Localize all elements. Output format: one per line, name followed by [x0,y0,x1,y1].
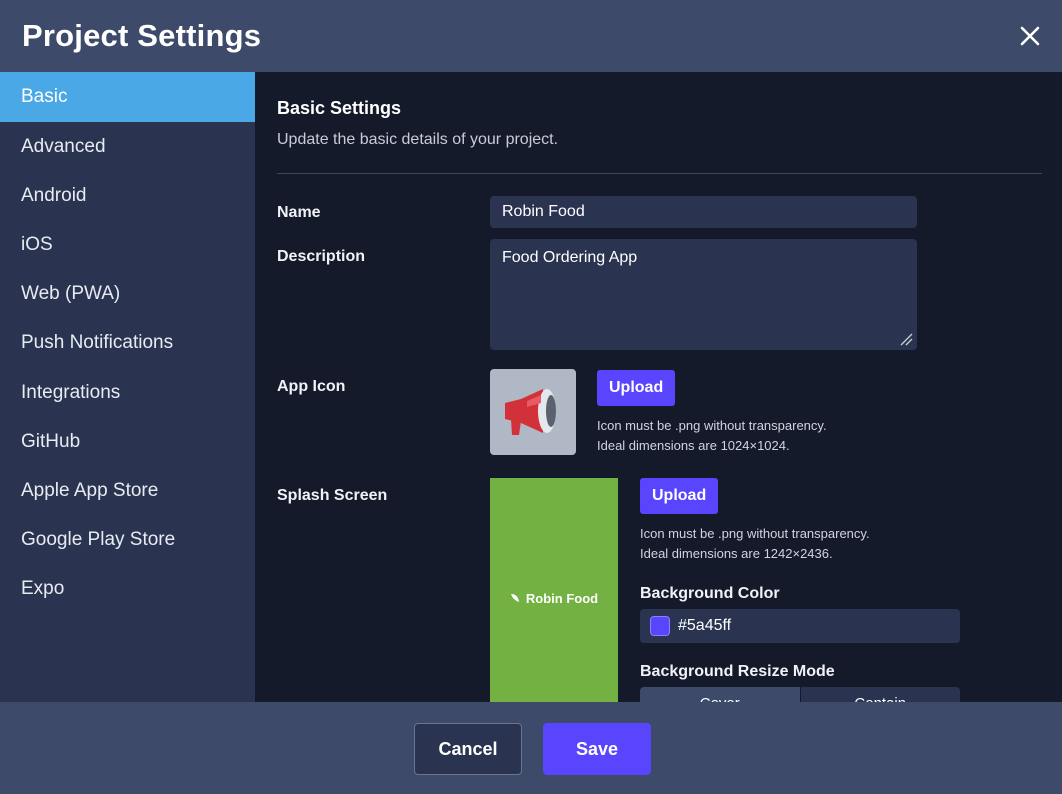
megaphone-icon [505,389,556,435]
dialog-footer: Cancel Save [0,702,1062,794]
description-textarea[interactable]: Food Ordering App [490,239,917,350]
dialog-title: Project Settings [22,18,262,53]
leaf-logo-icon [510,594,519,602]
splash-screen-label: Splash Screen [277,487,388,504]
settings-sidebar: Basic Advanced Android iOS Web (PWA) Pus… [0,72,255,702]
sidebar-item-github[interactable]: GitHub [0,417,255,466]
sidebar-item-google-play-store[interactable]: Google Play Store [0,516,255,565]
description-label: Description [277,248,366,265]
sidebar-item-push-notifications[interactable]: Push Notifications [0,319,255,368]
background-color-label: Background Color [640,585,780,602]
sidebar-item-expo[interactable]: Expo [0,565,255,614]
sidebar-item-web-pwa[interactable]: Web (PWA) [0,270,255,319]
save-button[interactable]: Save [543,723,651,775]
app-icon-hint: Icon must be .png without transparency. … [597,416,827,456]
app-icon-preview [490,369,576,455]
background-color-field[interactable]: #5a45ff [640,609,960,643]
name-label: Name [277,204,321,221]
splash-hint: Icon must be .png without transparency. … [640,524,870,564]
splash-screen-preview: Robin Food [490,478,618,702]
sidebar-item-ios[interactable]: iOS [0,220,255,269]
sidebar-item-android[interactable]: Android [0,171,255,220]
resize-mode-toggle: Cover Contain [640,687,960,702]
sidebar-item-basic[interactable]: Basic [0,72,255,122]
color-swatch[interactable] [650,616,670,636]
section-subtitle: Update the basic details of your project… [277,131,559,148]
app-icon-upload-button[interactable]: Upload [597,370,676,406]
splash-hint-line1: Icon must be .png without transparency. [640,526,870,541]
resize-option-cover[interactable]: Cover [640,687,800,702]
splash-brand-text: Robin Food [525,590,599,606]
section-divider [277,173,1042,174]
splash-hint-line2: Ideal dimensions are 1242×2436. [640,546,833,561]
cancel-button[interactable]: Cancel [414,723,522,775]
app-icon-hint-line1: Icon must be .png without transparency. [597,418,827,433]
resize-mode-label: Background Resize Mode [640,663,835,680]
settings-content: Basic Settings Update the basic details … [256,72,1062,702]
splash-upload-button[interactable]: Upload [640,478,719,514]
sidebar-item-integrations[interactable]: Integrations [0,368,255,417]
dialog-header: Project Settings [0,0,1062,72]
app-icon-hint-line2: Ideal dimensions are 1024×1024. [597,438,790,453]
background-color-value: #5a45ff [678,617,732,634]
resize-option-contain[interactable]: Contain [799,687,960,702]
app-icon-label: App Icon [277,378,346,395]
sidebar-item-advanced[interactable]: Advanced [0,122,255,171]
resize-handle-icon[interactable] [899,332,913,346]
name-input[interactable] [490,196,917,228]
section-title: Basic Settings [277,98,402,118]
close-icon[interactable] [1014,20,1046,52]
sidebar-item-apple-app-store[interactable]: Apple App Store [0,466,255,515]
